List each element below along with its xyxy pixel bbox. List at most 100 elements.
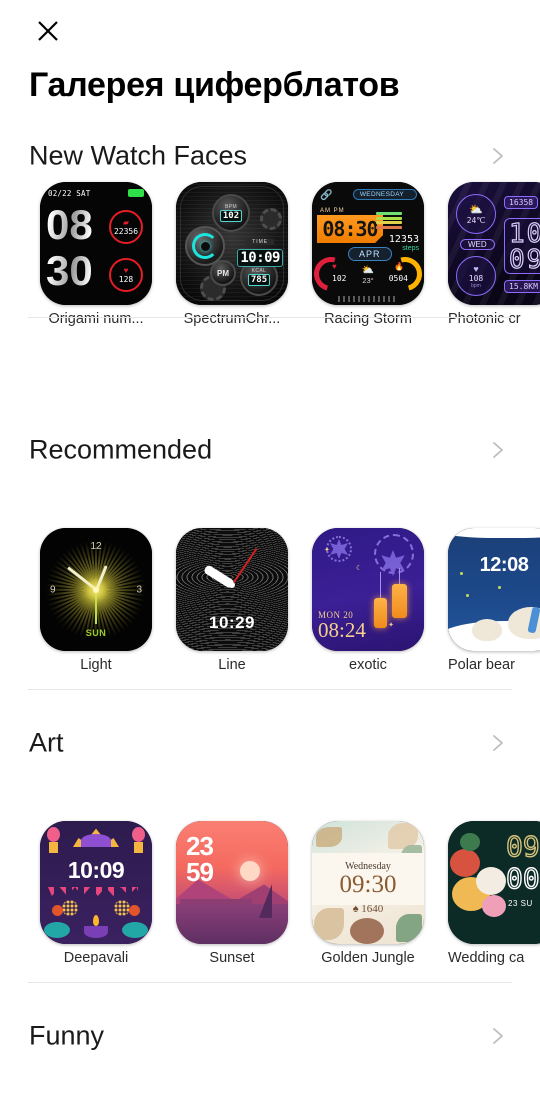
minute-value: 00 bbox=[505, 862, 540, 895]
weather-block: ⛅ 23° bbox=[362, 265, 374, 285]
date-value: 23 SU bbox=[508, 899, 533, 908]
chevron-right-icon[interactable] bbox=[488, 146, 508, 166]
temperature-value: 23° bbox=[362, 276, 374, 285]
watch-face-card[interactable]: 12 3 9 SUN Light bbox=[40, 528, 152, 673]
section-title: Art bbox=[29, 727, 64, 758]
weekday-value: WED bbox=[460, 239, 495, 250]
watch-face-preview[interactable]: ✦ ✦ ☾ MON 20 08:24 bbox=[312, 528, 424, 651]
watch-face-card[interactable]: ✦ ✦ ☾ MON 20 08:24 exotic bbox=[312, 528, 424, 673]
section-art: Art 10:09 Deepavali 23 59 Sunset Wednesd… bbox=[0, 717, 540, 983]
weekday-value: WEDNESDAY bbox=[352, 189, 417, 200]
watch-face-preview[interactable]: 🔗 WEDNESDAY AM PM 08:30 12353 steps APR … bbox=[312, 182, 424, 305]
watch-face-preview[interactable]: 09 00 23 SU bbox=[448, 821, 540, 944]
watch-face-preview[interactable]: 10:09 bbox=[40, 821, 152, 944]
section-header[interactable]: New Watch Faces bbox=[0, 130, 540, 182]
face-origami-numbers: 02/22 SAT 08 30 ▰ 22356 ♥ 128 bbox=[40, 182, 152, 305]
watch-face-preview[interactable]: BPM 102 PM KCAL 785 TIME 10:09 bbox=[176, 182, 288, 305]
lantern-string bbox=[380, 572, 381, 600]
card-label: SpectrumChr... bbox=[183, 311, 281, 327]
watch-face-card[interactable]: BPM 102 PM KCAL 785 TIME 10:09 SpectrumC… bbox=[176, 182, 288, 327]
card-label: Line bbox=[218, 657, 246, 673]
watch-face-gallery-screen: Галерея циферблатов New Watch Faces 02/2… bbox=[0, 0, 540, 1102]
watch-face-preview[interactable]: 12:08 bbox=[448, 528, 540, 651]
face-spectrum-chrono: BPM 102 PM KCAL 785 TIME 10:09 bbox=[176, 182, 288, 305]
card-label: Origami num... bbox=[48, 311, 144, 327]
watch-face-preview[interactable]: Wednesday 09:30 ♠ 1640 bbox=[312, 821, 424, 944]
weather-circle: ⛅ 24℃ bbox=[456, 194, 496, 234]
marker-9: 9 bbox=[50, 584, 56, 595]
lantern-icon bbox=[374, 598, 387, 628]
sailboat-icon bbox=[259, 884, 272, 918]
watch-face-card[interactable]: ⛅ 24℃ WED ♥ 108 bpm 16358 10 09 15.8KM bbox=[448, 182, 540, 327]
close-button[interactable] bbox=[30, 13, 66, 49]
face-racing-storm: 🔗 WEDNESDAY AM PM 08:30 12353 steps APR … bbox=[312, 182, 424, 305]
steps-unit: steps bbox=[402, 245, 419, 252]
section-title: Funny bbox=[29, 1020, 105, 1051]
watch-face-card[interactable]: 🔗 WEDNESDAY AM PM 08:30 12353 steps APR … bbox=[312, 182, 424, 327]
firework-icon bbox=[114, 900, 130, 916]
second-hand bbox=[94, 589, 98, 624]
close-icon bbox=[38, 21, 58, 41]
section-divider bbox=[28, 982, 512, 983]
time-label: TIME bbox=[246, 239, 275, 245]
watch-face-preview[interactable]: 23 59 bbox=[176, 821, 288, 944]
firework-icon bbox=[62, 900, 78, 916]
face-line: 10:29 bbox=[176, 528, 288, 651]
flame-icon: 🔥 bbox=[394, 262, 404, 271]
watch-face-preview[interactable]: ⛅ 24℃ WED ♥ 108 bpm 16358 10 09 15.8KM bbox=[448, 182, 540, 305]
face-deepavali: 10:09 bbox=[40, 821, 152, 944]
watch-face-card[interactable]: Wednesday 09:30 ♠ 1640 Golden Jungle bbox=[312, 821, 424, 966]
steps-value: 22356 bbox=[113, 226, 139, 236]
face-wedding-card: 09 00 23 SU bbox=[448, 821, 540, 944]
leaf-decoration bbox=[460, 833, 480, 851]
chevron-right-icon[interactable] bbox=[488, 440, 508, 460]
diya-lamp-icon bbox=[84, 926, 108, 938]
ampm-label: AM PM bbox=[320, 208, 345, 214]
time-block: 08:30 bbox=[317, 215, 383, 243]
pot-icon bbox=[52, 905, 63, 916]
card-label: Golden Jungle bbox=[321, 950, 415, 966]
time-value: 12:08 bbox=[479, 554, 529, 576]
face-photonic: ⛅ 24℃ WED ♥ 108 bpm 16358 10 09 15.8KM bbox=[448, 182, 540, 305]
hour-value: 09 bbox=[505, 830, 540, 863]
level-bars-icon bbox=[376, 212, 402, 230]
watch-face-card[interactable]: 02/22 SAT 08 30 ▰ 22356 ♥ 128 Origami nu… bbox=[40, 182, 152, 327]
time-value: 09:30 bbox=[339, 871, 397, 898]
leaf-decoration bbox=[316, 827, 342, 847]
snow-dot bbox=[466, 594, 469, 597]
watch-face-card[interactable]: 23 59 Sunset bbox=[176, 821, 288, 966]
chevron-right-icon[interactable] bbox=[488, 733, 508, 753]
watch-face-preview[interactable]: 02/22 SAT 08 30 ▰ 22356 ♥ 128 bbox=[40, 182, 152, 305]
section-new-watch-faces: New Watch Faces 02/22 SAT 08 30 ▰ 22356 bbox=[0, 130, 540, 334]
watch-face-card[interactable]: 10:09 Deepavali bbox=[40, 821, 152, 966]
section-header[interactable]: Art bbox=[0, 717, 540, 769]
card-label: Photonic cr bbox=[448, 311, 521, 327]
face-hour: 08 bbox=[46, 201, 93, 248]
center-glow bbox=[93, 586, 99, 593]
heart-rate-unit: bpm bbox=[471, 282, 481, 289]
card-label: Wedding ca bbox=[448, 950, 525, 966]
time-value: 10 09 bbox=[504, 218, 540, 274]
face-polar-bear: 12:08 bbox=[448, 528, 540, 651]
battery-icon bbox=[128, 189, 144, 197]
section-divider bbox=[28, 317, 512, 318]
heart-icon: ♥ bbox=[473, 263, 479, 274]
card-label: Light bbox=[80, 657, 112, 673]
distance-value: 15.8KM bbox=[504, 280, 540, 293]
card-label: Racing Storm bbox=[324, 311, 412, 327]
crown-decoration bbox=[81, 834, 111, 847]
heart-rate-ring: ♥ 128 bbox=[109, 258, 143, 292]
datetime-block: MON 20 08:24 bbox=[318, 610, 366, 641]
steps-block: 12353 steps bbox=[389, 234, 419, 252]
card-label: exotic bbox=[349, 657, 387, 673]
watch-face-card[interactable]: 12:08 Polar bear bbox=[448, 528, 540, 673]
snow-dot bbox=[498, 586, 501, 589]
chevron-right-icon[interactable] bbox=[488, 1026, 508, 1046]
section-header[interactable]: Funny bbox=[0, 1010, 540, 1062]
watch-face-card[interactable]: 09 00 23 SU Wedding ca bbox=[448, 821, 540, 966]
watch-face-preview[interactable]: 10:29 bbox=[176, 528, 288, 651]
watch-face-card[interactable]: 10:29 Line bbox=[176, 528, 288, 673]
gear-icon bbox=[260, 208, 282, 230]
section-header[interactable]: Recommended bbox=[0, 424, 540, 476]
watch-face-preview[interactable]: 12 3 9 SUN bbox=[40, 528, 152, 651]
